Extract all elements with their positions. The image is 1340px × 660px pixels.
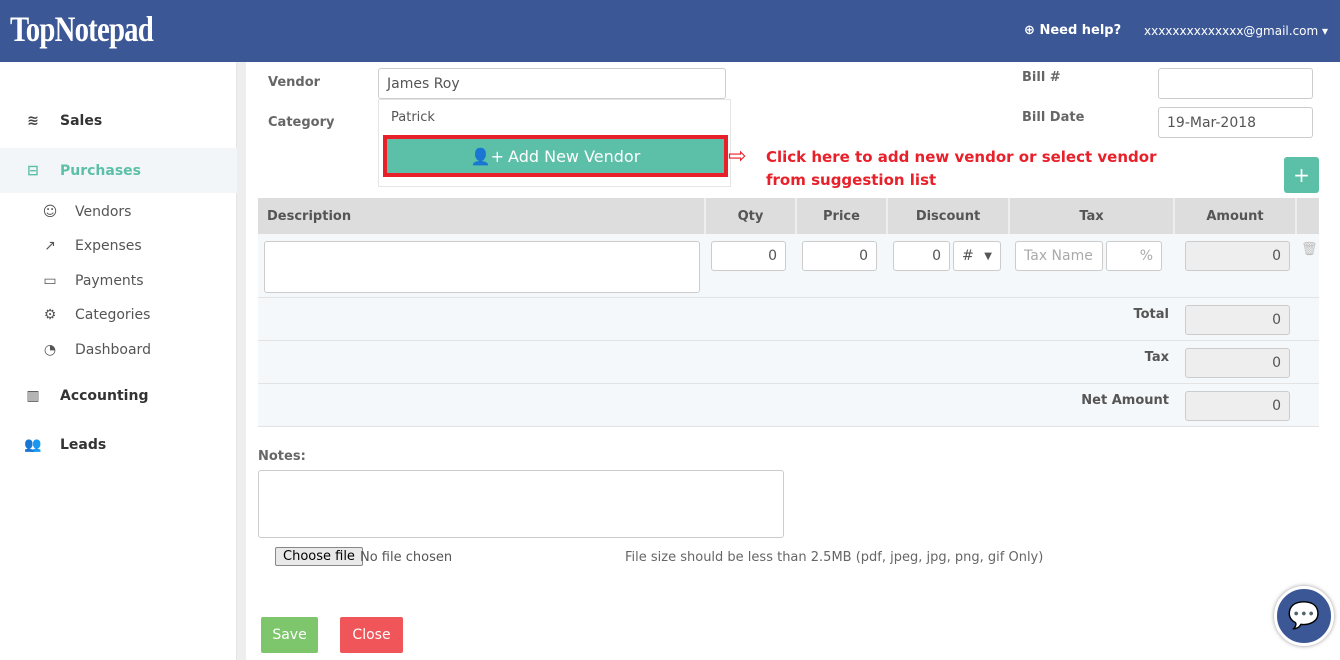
add-row-button[interactable]: + — [1284, 157, 1319, 193]
file-hint: File size should be less than 2.5MB (pdf… — [625, 550, 1044, 565]
account-email: xxxxxxxxxxxxxx@gmail.com — [1144, 24, 1319, 38]
bill-no-label: Bill # — [1022, 70, 1061, 85]
notes-label: Notes: — [258, 449, 306, 464]
sidebar: ≋ Sales ⊟ Purchases ☺ Vendors ↗ Expenses ▭ Pa… — [0, 62, 237, 660]
close-button[interactable]: Close — [340, 617, 403, 653]
description-input[interactable] — [264, 241, 700, 293]
table-row: 0 0 0 # ▼ Tax Name % 0 🗑 — [258, 234, 1319, 298]
bill-date-input[interactable]: 19-Mar-2018 — [1158, 107, 1313, 138]
gear-icon: ⚙ — [43, 307, 57, 323]
column-header: Price — [797, 198, 888, 234]
arrow-right-icon: ⇨ — [728, 144, 747, 169]
sidebar-item-categories[interactable]: ⚙ Categories — [40, 307, 151, 323]
annotation-text: Click here to add new vendor or select v… — [766, 148, 1157, 189]
lifebuoy-icon: ⊕ — [1024, 23, 1035, 38]
sidebar-item-expenses[interactable]: ↗ Expenses — [40, 238, 142, 254]
sidebar-item-dashboard[interactable]: ◔ Dashboard — [40, 342, 151, 358]
chat-button[interactable]: 💬 — [1274, 586, 1334, 646]
need-help-link[interactable]: ⊕ Need help? — [1024, 23, 1121, 38]
scroll-gutter — [237, 62, 246, 660]
sidebar-item-label: Purchases — [60, 162, 142, 179]
column-header-blank — [1297, 198, 1319, 234]
sidebar-item-label: Payments — [75, 273, 144, 289]
column-header: Qty — [706, 198, 797, 234]
column-header: Amount — [1175, 198, 1297, 234]
sidebar-item-leads[interactable]: 👥 Leads — [0, 422, 237, 467]
total-field: 0 — [1185, 305, 1290, 335]
sidebar-item-purchases[interactable]: ⊟ Purchases — [0, 148, 237, 193]
sidebar-item-payments[interactable]: ▭ Payments — [40, 273, 144, 289]
top-bar: TopNotepad ⊕ Need help? xxxxxxxxxxxxxx@g… — [0, 0, 1340, 62]
caret-down-icon: ▼ — [984, 250, 992, 262]
sidebar-item-label: Categories — [75, 307, 151, 323]
minus-square-icon: ⊟ — [27, 162, 39, 179]
total-label: Total — [1133, 307, 1169, 322]
users-icon: 👥 — [24, 436, 42, 453]
sidebar-item-accounting[interactable]: ▥ Accounting — [0, 373, 237, 418]
user-icon: ☺ — [42, 204, 58, 220]
sidebar-item-sales[interactable]: ≋ Sales — [0, 98, 237, 143]
vendor-label: Vendor — [268, 75, 321, 90]
net-amount-row: Net Amount 0 — [258, 384, 1319, 427]
trash-icon[interactable]: 🗑 — [1301, 242, 1318, 257]
qty-input[interactable]: 0 — [711, 241, 786, 271]
tax-label: Tax — [1144, 350, 1169, 365]
suggestion-item[interactable]: Patrick — [391, 110, 435, 125]
category-label: Category — [268, 115, 335, 130]
net-amount-label: Net Amount — [1081, 393, 1169, 408]
sidebar-item-vendors[interactable]: ☺ Vendors — [40, 204, 132, 220]
bill-no-input[interactable] — [1158, 68, 1313, 99]
choose-file-button[interactable]: Choose file — [275, 547, 363, 566]
net-amount-field: 0 — [1185, 391, 1290, 421]
discount-type-value: # — [962, 248, 974, 264]
column-header: Tax — [1010, 198, 1175, 234]
caret-down-icon: ▾ — [1322, 24, 1329, 38]
logo[interactable]: TopNotepad — [10, 8, 154, 50]
column-header: Discount — [888, 198, 1010, 234]
bar-chart-icon: ▥ — [26, 387, 40, 404]
sidebar-item-label: Expenses — [75, 238, 142, 254]
sidebar-item-label: Dashboard — [75, 342, 151, 358]
sidebar-item-label: Accounting — [60, 387, 149, 404]
plus-icon: + — [1293, 163, 1310, 187]
bill-date-label: Bill Date — [1022, 110, 1085, 125]
tax-row: Tax 0 — [258, 341, 1319, 384]
share-icon: ↗ — [44, 238, 56, 254]
tax-name-input[interactable]: Tax Name — [1015, 241, 1103, 271]
notes-textarea[interactable] — [258, 470, 784, 538]
tax-percent-input[interactable]: % — [1106, 241, 1162, 271]
discount-input[interactable]: 0 — [893, 241, 950, 271]
sidebar-item-label: Leads — [60, 436, 107, 453]
discount-type-select[interactable]: # ▼ — [953, 241, 1001, 271]
amount-field: 0 — [1185, 241, 1290, 271]
user-plus-icon: 👤+ — [470, 146, 505, 166]
column-header: Description — [258, 198, 706, 234]
account-menu[interactable]: xxxxxxxxxxxxxx@gmail.com ▾ — [1144, 24, 1328, 38]
add-new-vendor-button[interactable]: 👤+ Add New Vendor — [383, 135, 728, 177]
credit-card-icon: ▭ — [43, 273, 57, 289]
price-input[interactable]: 0 — [802, 241, 877, 271]
total-row: Total 0 — [258, 298, 1319, 341]
vendor-input[interactable]: James Roy — [378, 68, 726, 99]
file-status: No file chosen — [360, 550, 453, 565]
help-label: Need help? — [1039, 23, 1122, 38]
sidebar-item-label: Sales — [60, 112, 103, 129]
layers-icon: ≋ — [27, 112, 39, 129]
sidebar-item-label: Vendors — [75, 204, 132, 220]
add-vendor-label: Add New Vendor — [508, 146, 641, 166]
dashboard-icon: ◔ — [43, 342, 57, 358]
tax-field: 0 — [1185, 348, 1290, 378]
save-button[interactable]: Save — [261, 617, 318, 653]
chat-icon: 💬 — [1287, 601, 1321, 631]
